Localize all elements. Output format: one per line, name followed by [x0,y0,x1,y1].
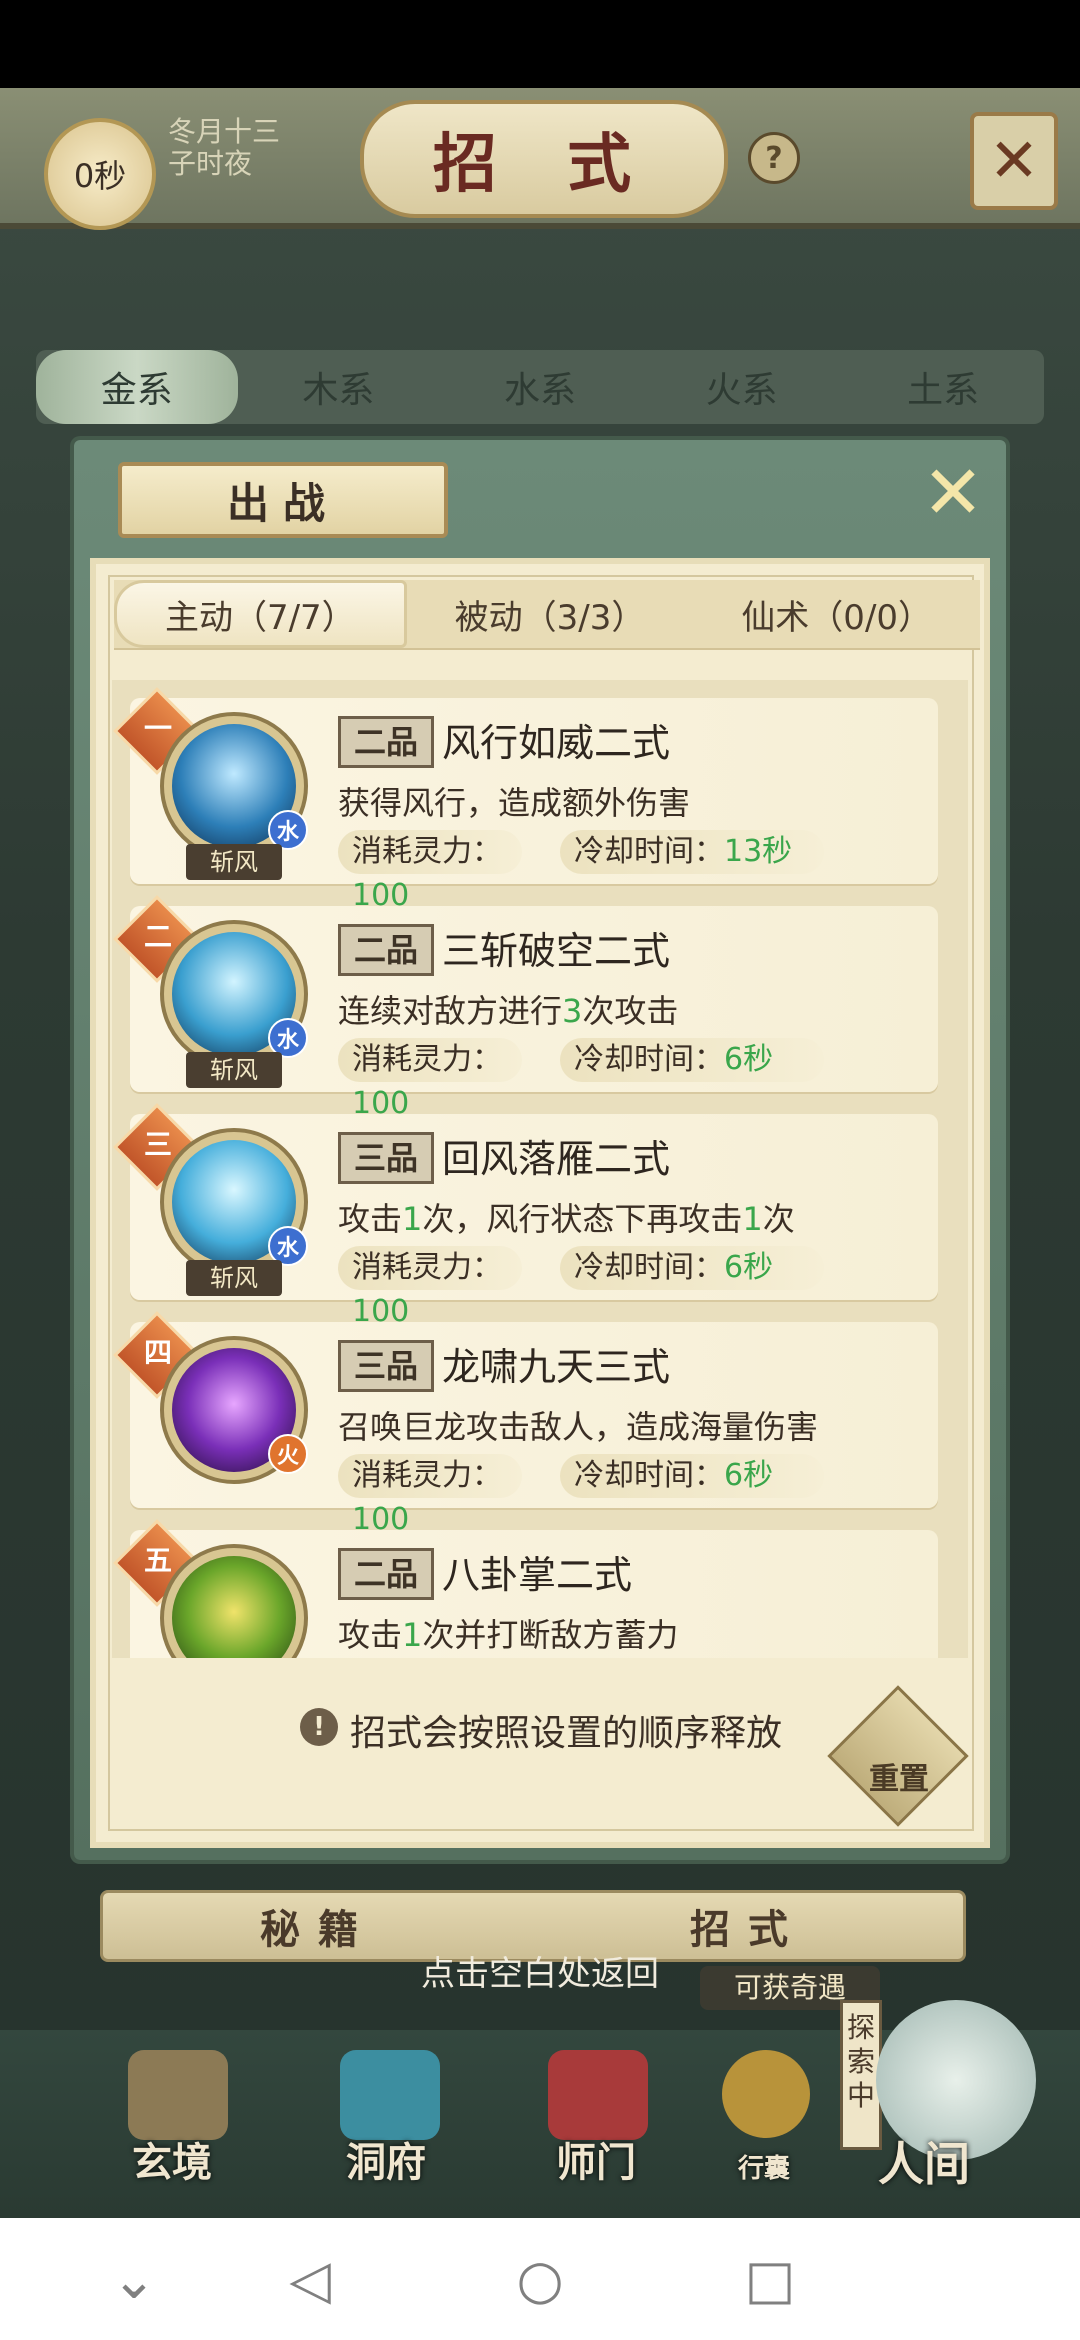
tab-earth[interactable]: 土系 [842,350,1044,424]
cost-stat: 消耗灵力：100 [338,1454,522,1537]
desc-number: 1 [742,1200,763,1238]
timer-badge: 0秒 [44,118,156,230]
cooldown-label: 冷却时间： [574,834,724,869]
skill-ribbon: 斩风 [186,1052,282,1088]
nav-renjian[interactable]: 人间 [878,2128,970,2194]
skill-type-tabs: 主动（7/7） 被动（3/3） 仙术（0/0） [114,580,980,650]
cost-stat: 消耗灵力：100 [338,830,522,913]
skill-name: 八卦掌二式 [442,1553,633,1597]
skill-ribbon: 斩风 [186,844,282,880]
skill-ribbon: 斩风 [186,1260,282,1296]
grade-tag: 二品 [338,1548,434,1600]
status-bar [0,0,1080,88]
chevron-down-icon[interactable]: ⌄ [104,2250,164,2310]
desc-number: 1 [402,1200,423,1238]
skill-desc: 连续对敌方进行3次攻击 [338,986,678,1032]
tab-wood[interactable]: 木系 [238,350,440,424]
cooldown-label: 冷却时间： [574,1458,724,1493]
cost-stat: 消耗灵力：100 [338,1246,522,1329]
grade-tag: 二品 [338,924,434,976]
grade-tag: 三品 [338,1340,434,1392]
skill-card[interactable]: 四 火 三品 龙啸九天三式 召唤巨龙攻击敌人，造成海量伤害 消耗灵力：100 冷… [113,1311,938,1537]
skill-card[interactable]: 五 二品 八卦掌二式 攻击1次并打断敌方蓄力 [113,1519,938,1658]
help-icon[interactable]: ? [748,132,800,184]
banner-icon[interactable] [548,2050,648,2140]
cooldown-stat: 冷却时间：6秒 [560,1454,824,1498]
skill-name: 三斩破空二式 [442,929,671,973]
back-icon[interactable]: ◁ [280,2250,340,2310]
grade-tag: 三品 [338,1132,434,1184]
date-display: 冬月十三 子时夜 [168,116,280,180]
nav-xuanjing[interactable]: 玄境 [132,2130,212,2188]
cost-label: 消耗灵力： [352,1250,502,1285]
desc-text: 攻击 [338,1616,403,1654]
desc-number: 1 [402,1616,423,1654]
scroll-icon[interactable] [128,2050,228,2140]
cooldown-label: 冷却时间： [574,1250,724,1285]
tab-fire[interactable]: 火系 [641,350,843,424]
cooldown-stat: 冷却时间：6秒 [560,1246,824,1290]
desc-text: 次 [762,1200,795,1238]
modal-title: 出战 [118,462,448,538]
tap-to-return-hint[interactable]: 点击空白处返回 [0,1946,1080,1995]
tab-metal[interactable]: 金系 [36,350,238,424]
fire-element-icon: 火 [268,1434,308,1474]
recents-icon[interactable]: □ [740,2250,800,2310]
skill-name: 回风落雁二式 [442,1137,671,1181]
skill-name: 龙啸九天三式 [442,1345,671,1389]
desc-text: 攻击 [338,1200,403,1238]
nav-shimen[interactable]: 师门 [556,2130,636,2188]
desc-text: 次攻击 [582,992,679,1030]
desc-number: 3 [562,992,583,1030]
tab-active-skills[interactable]: 主动（7/7） [114,580,407,648]
page-title: 招 式 [360,100,728,218]
cooldown-stat: 冷却时间：6秒 [560,1038,824,1082]
element-tabs: 金系 木系 水系 火系 土系 [36,350,1044,424]
pavilion-icon[interactable] [340,2050,440,2140]
skill-desc: 攻击1次，风行状态下再攻击1次 [338,1194,795,1240]
skill-name: 风行如威二式 [442,721,671,765]
cooldown-value: 13秒 [724,834,793,869]
nav-xingnang[interactable]: 行囊 [738,2148,790,2185]
date-line-2: 子时夜 [168,147,253,180]
cost-label: 消耗灵力： [352,1458,502,1493]
cost-label: 消耗灵力： [352,834,502,869]
cooldown-label: 冷却时间： [574,1042,724,1077]
skill-desc: 攻击1次并打断敌方蓄力 [338,1610,678,1656]
order-hint: 招式会按照设置的顺序释放 [350,1713,783,1754]
tab-passive-skills[interactable]: 被动（3/3） [407,580,694,648]
desc-text: 次并打断敌方蓄力 [422,1616,679,1654]
skill-list[interactable]: 一 水 斩风 二品 风行如威二式 获得风行，造成额外伤害 消耗灵力：100 冷却… [112,680,968,1658]
bag-icon[interactable] [722,2050,810,2138]
tab-water[interactable]: 水系 [439,350,641,424]
skill-desc: 获得风行，造成额外伤害 [338,784,691,822]
timer-text: 0秒 [73,157,127,195]
reset-button[interactable]: 重置 [856,1754,942,1798]
cooldown-value: 6秒 [724,1250,774,1285]
skill-card[interactable]: 一 水 斩风 二品 风行如威二式 获得风行，造成额外伤害 消耗灵力：100 冷却… [113,687,938,913]
close-icon[interactable]: ✕ [970,112,1058,210]
skill-card[interactable]: 二 水 斩风 二品 三斩破空二式 连续对敌方进行3次攻击 消耗灵力：100 冷却… [113,895,938,1121]
cooldown-value: 6秒 [724,1458,774,1493]
tab-immortal-arts[interactable]: 仙术（0/0） [693,580,980,648]
grade-tag: 二品 [338,716,434,768]
desc-text: 次，风行状态下再攻击 [422,1200,743,1238]
cost-stat: 消耗灵力：100 [338,1038,522,1121]
skill-desc: 召唤巨龙攻击敌人，造成海量伤害 [338,1408,819,1446]
cost-label: 消耗灵力： [352,1042,502,1077]
nav-dongfu[interactable]: 洞府 [346,2130,426,2188]
skill-card[interactable]: 三 水 斩风 三品 回风落雁二式 攻击1次，风行状态下再攻击1次 消耗灵力：10… [113,1103,938,1329]
cooldown-value: 6秒 [724,1042,774,1077]
date-line-1: 冬月十三 [168,115,281,148]
desc-text: 连续对敌方进行 [338,992,563,1030]
cooldown-stat: 冷却时间：13秒 [560,830,824,874]
info-icon: ! [300,1708,338,1746]
modal-close-icon[interactable]: ✕ [918,456,988,530]
home-icon[interactable]: ○ [510,2250,570,2310]
